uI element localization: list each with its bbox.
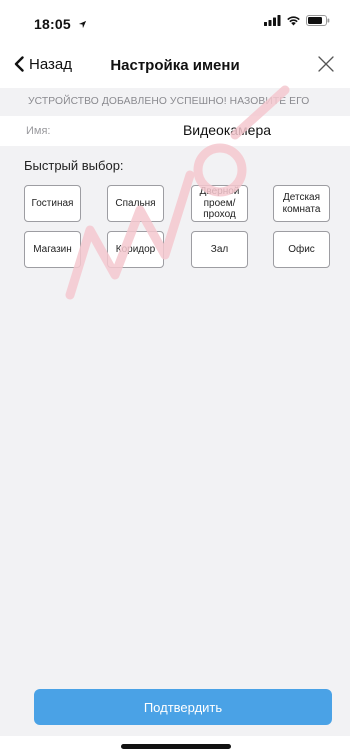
- quick-option-label: Детская комната: [282, 192, 321, 215]
- confirm-button[interactable]: Подтвердить: [34, 689, 332, 725]
- confirm-button-label: Подтвердить: [143, 699, 223, 715]
- name-row: Имя:: [0, 116, 350, 146]
- name-label: Имя:: [26, 125, 51, 137]
- cellular-signal-icon: [264, 15, 281, 26]
- quick-option-living-room[interactable]: Гостиная: [24, 185, 81, 222]
- status-time: 18:05: [34, 16, 71, 32]
- quick-option-bedroom[interactable]: Спальня: [107, 185, 164, 222]
- home-indicator: [121, 744, 231, 749]
- success-banner: УСТРОЙСТВО ДОБАВЛЕНО УСПЕШНО! НАЗОВИТЕ Е…: [0, 88, 350, 116]
- quick-option-label: Спальня: [115, 197, 156, 209]
- success-banner-text: УСТРОЙСТВО ДОБАВЛЕНО УСПЕШНО! НАЗОВИТЕ Е…: [28, 96, 310, 107]
- wifi-icon: [287, 16, 300, 26]
- quick-option-shop[interactable]: Магазин: [24, 231, 81, 268]
- quick-option-hall[interactable]: Зал: [191, 231, 248, 268]
- name-input[interactable]: [104, 122, 350, 138]
- quick-option-corridor[interactable]: Коридор: [107, 231, 164, 268]
- close-icon: [318, 56, 334, 72]
- close-button[interactable]: [316, 54, 336, 74]
- quick-select-title: Быстрый выбор:: [24, 158, 124, 173]
- quick-option-label: Дверной проем/ проход: [199, 186, 240, 221]
- quick-option-office[interactable]: Офис: [273, 231, 330, 268]
- navigation-bar: Назад Настройка имени: [0, 44, 350, 84]
- quick-option-kids-room[interactable]: Детская комната: [273, 185, 330, 222]
- quick-option-label: Офис: [288, 243, 315, 255]
- status-bar: 18:05: [0, 0, 350, 44]
- quick-option-label: Гостиная: [31, 197, 74, 209]
- battery-icon: [306, 15, 330, 26]
- quick-option-doorway[interactable]: Дверной проем/ проход: [191, 185, 248, 222]
- quick-option-label: Коридор: [115, 243, 156, 255]
- location-arrow-icon: [78, 20, 87, 29]
- quick-option-label: Зал: [210, 243, 229, 255]
- page-title: Настройка имени: [110, 57, 240, 74]
- quick-option-label: Магазин: [33, 243, 72, 255]
